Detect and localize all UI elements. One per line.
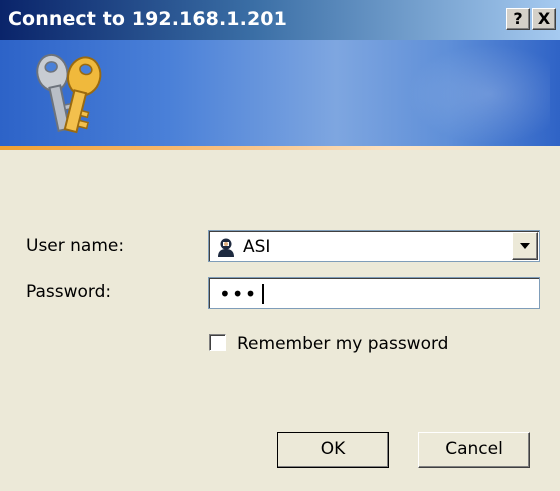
text-caret — [262, 284, 264, 304]
close-button[interactable]: X — [532, 8, 556, 30]
keys-icon — [36, 53, 102, 134]
username-label-text: User name: — [26, 236, 125, 256]
cancel-button[interactable]: Cancel — [418, 432, 530, 468]
window-title: Connect to 192.168.1.201 — [8, 8, 287, 30]
username-dropdown-button[interactable] — [512, 232, 538, 260]
banner-glow — [400, 40, 550, 148]
password-value: ••• — [219, 282, 258, 306]
help-button[interactable]: ? — [506, 8, 530, 30]
password-field[interactable]: ••• — [208, 277, 540, 309]
username-combobox[interactable]: ASI — [208, 230, 540, 262]
password-label: Password: — [26, 282, 111, 302]
remember-password-checkbox[interactable] — [209, 334, 226, 351]
password-label-text: Password: — [26, 282, 112, 302]
user-icon — [218, 238, 234, 257]
login-dialog: Connect to 192.168.1.201 ? X User name: — [0, 0, 560, 491]
username-label: User name: — [26, 236, 124, 256]
ok-button[interactable]: OK — [277, 432, 389, 468]
username-value: ASI — [243, 237, 271, 257]
chevron-down-icon — [520, 243, 530, 249]
banner-accent-line — [0, 146, 560, 150]
remember-password-label[interactable]: Remember my password — [237, 334, 448, 354]
title-bar[interactable]: Connect to 192.168.1.201 ? X — [0, 0, 560, 40]
